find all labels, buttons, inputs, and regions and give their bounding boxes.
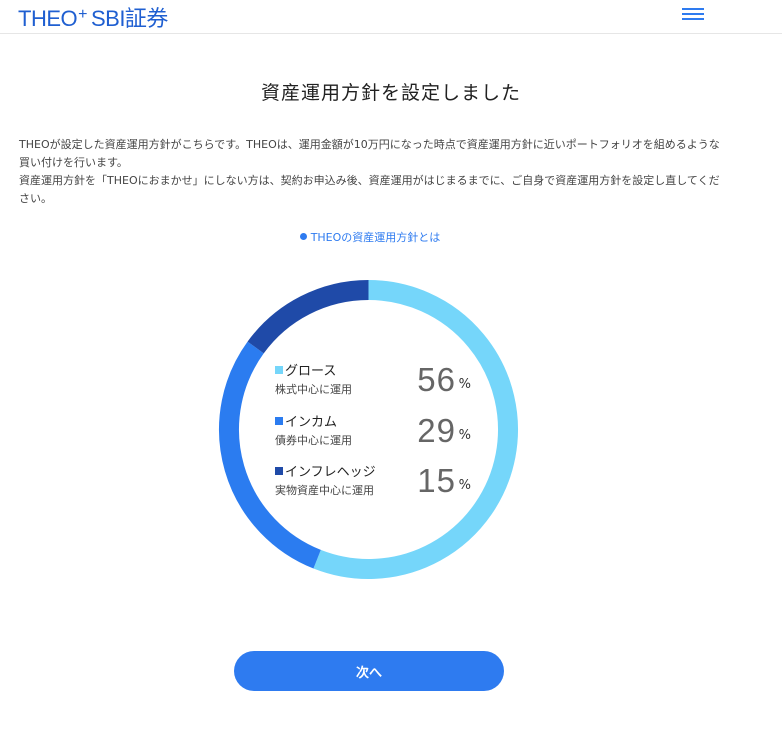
menu-bar — [682, 13, 704, 15]
menu-bar — [682, 8, 704, 10]
hamburger-menu-icon[interactable] — [682, 7, 704, 21]
legend-description: 実物資産中心に運用 — [275, 484, 374, 497]
legend-name: グロース — [285, 364, 337, 379]
legend-swatch-inflation-hedge — [275, 467, 283, 475]
policy-link[interactable]: THEOの資産運用方針とは — [0, 229, 740, 245]
donut-segment-inflation-hedge — [247, 280, 369, 354]
legend-swatch-growth — [275, 366, 283, 374]
legend-unit: % — [458, 377, 471, 392]
logo-plus-text: + — [78, 6, 87, 23]
description-text: THEOが設定した資産運用方針がこちらです。THEOは、運用金額が10万円になっ… — [19, 136, 729, 208]
legend-unit: % — [458, 478, 471, 493]
menu-bar — [682, 18, 704, 20]
logo-main-text: THEO — [18, 6, 78, 31]
legend-value: 29 — [417, 412, 456, 449]
logo-sub-text: SBI証券 — [90, 6, 168, 31]
policy-link-label: THEOの資産運用方針とは — [310, 231, 441, 244]
description-line: 資産運用方針を「THEOにおまかせ」にしない方は、契約お申込み後、資産運用がはじ… — [19, 174, 720, 205]
description-line: THEOが設定した資産運用方針がこちらです。THEOは、運用金額が10万円になっ… — [19, 138, 720, 169]
legend-description: 株式中心に運用 — [275, 383, 352, 396]
legend-unit: % — [458, 428, 471, 443]
page-title: 資産運用方針を設定しました — [260, 82, 521, 104]
legend-name: インカム — [285, 415, 338, 430]
app-header: THEO+ SBI証券 — [0, 0, 782, 34]
legend-item-income: インカム 債券中心に運用 29 % — [275, 411, 485, 451]
legend-swatch-income — [275, 417, 283, 425]
legend-name: インフレヘッジ — [285, 465, 376, 480]
next-button[interactable]: 次へ — [234, 651, 504, 691]
legend-description: 債券中心に運用 — [275, 434, 352, 447]
bullet-dot-icon — [299, 233, 307, 240]
legend-value: 56 — [417, 361, 456, 398]
theo-sbi-logo[interactable]: THEO+ SBI証券 — [18, 1, 168, 33]
legend-item-inflation-hedge: インフレヘッジ 実物資産中心に運用 15 % — [275, 461, 485, 501]
legend-value: 15 — [417, 462, 456, 499]
legend-item-growth: グロース 株式中心に運用 56 % — [275, 360, 485, 400]
